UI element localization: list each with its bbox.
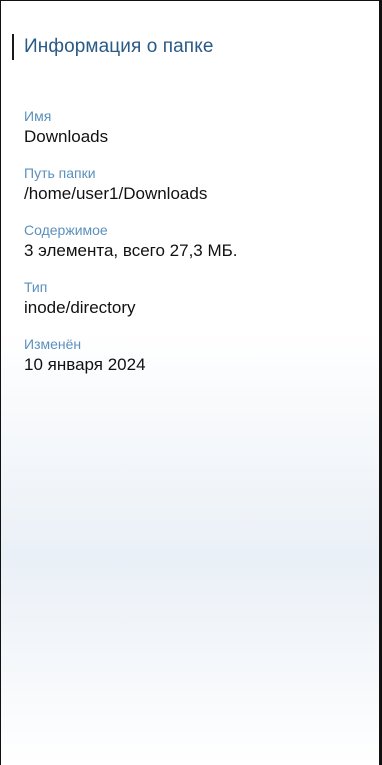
property-value: 3 элемента, всего 27,3 МБ. <box>24 241 238 260</box>
property-label: Изменён <box>24 336 82 352</box>
property-label: Путь папки <box>24 165 96 181</box>
property-label: Имя <box>24 108 52 124</box>
property-contents: Содержимое 3 элемента, всего 27,3 МБ. <box>24 221 354 263</box>
property-value: inode/directory <box>24 298 136 317</box>
property-name: Имя Downloads <box>24 107 354 149</box>
property-path: Путь папки /home/user1/Downloads <box>24 164 354 206</box>
property-value: Downloads <box>24 127 109 146</box>
property-modified: Изменён 10 января 2024 <box>24 335 354 377</box>
page-title: Информация о папке <box>24 36 214 57</box>
property-type: Тип inode/directory <box>24 278 354 320</box>
window-border-left <box>0 0 1 765</box>
property-value: /home/user1/Downloads <box>24 184 208 203</box>
property-label: Тип <box>24 279 48 295</box>
property-value: 10 января 2024 <box>24 355 146 374</box>
window-border-top <box>0 0 382 1</box>
page-header: Информация о папке <box>12 32 214 62</box>
properties-list: Имя Downloads Путь папки /home/user1/Dow… <box>24 107 354 392</box>
folder-info-screen: Информация о папке Имя Downloads Путь па… <box>0 0 382 765</box>
property-label: Содержимое <box>24 222 108 238</box>
focus-indicator <box>12 34 14 60</box>
